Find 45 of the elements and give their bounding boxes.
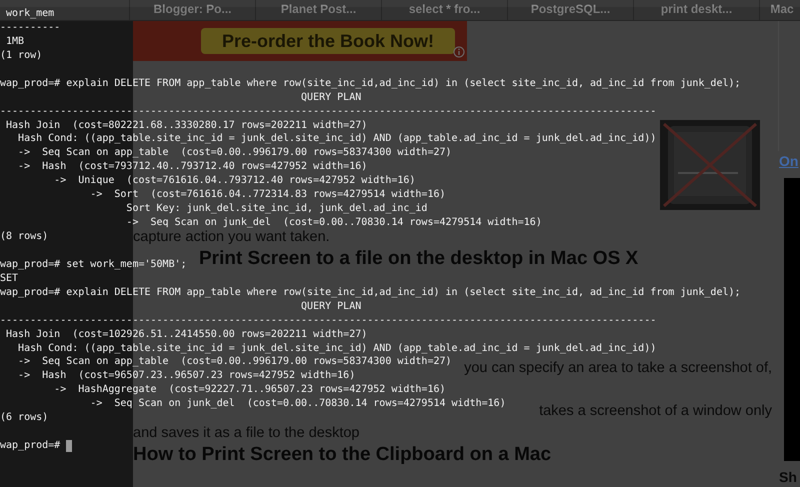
terminal-line: (8 rows) [0,230,48,244]
terminal-line: ------------------------------------------------------------------------------------------------------------- [0,314,656,328]
browser-tab[interactable]: Planet Post... [256,0,382,20]
sidebar-heading: Sh [779,469,797,485]
terminal-line: ------------------------------------------------------------------------------------------------------------- [0,104,656,118]
section-heading: Print Screen to a file on the desktop in Mac OS X [199,247,638,270]
terminal-line: (6 rows) [0,411,48,426]
terminal-line: -> Hash (cost=96507.23..96507.23 rows=427952 width=16) [17,369,356,384]
terminal-prompt: wap_prod=# [0,439,62,453]
browser-tab[interactable]: print deskt... [634,0,760,20]
terminal-line: Hash Join (cost=802221.68..3330280.17 rows=202211 width=27) [5,118,368,132]
terminal-line: -> Seq Scan on app_table (cost=0.00..996179.00 rows=58374300 width=27) [17,146,452,160]
terminal-line: -> Unique (cost=761616.04..793712.40 rows=427952 width=16) [53,174,416,188]
section-heading: How to Print Screen to the Clipboard on a Mac [133,443,552,466]
browser-tab[interactable]: Mac [760,0,800,20]
terminal-line: QUERY PLAN [300,300,362,314]
terminal-line: -> Seq Scan on junk_del (cost=0.00..70830.14 rows=4279514 width=16) [125,216,542,230]
text-cursor [66,440,72,452]
terminal-line: -> HashAggregate (cost=92227.71..96507.23 rows=427952 width=16) [53,383,446,398]
terminal-line: Hash Join (cost=102926.51..2414550.00 rows=202211 width=27) [5,328,368,342]
paragraph-line: takes a screenshot of a window only [539,404,772,418]
terminal-line: wap_prod=# explain DELETE FROM app_table where row(site_inc_id,ad_inc_id) in (select site_inc_id, ad_inc_id from junk_del); [0,76,741,91]
terminal-line: Hash Cond: ((app_table.site_inc_id = junk_del.site_inc_id) AND (app_table.ad_inc_id = junk_del.ad_inc_id)) [17,132,656,146]
terminal-line: -> Seq Scan on junk_del (cost=0.00..70830.14 rows=4279514 width=16) [89,397,506,412]
browser-tab[interactable]: Blogger: Po... [130,0,256,20]
terminal-line: (1 row) [0,48,42,63]
terminal-line: 1MB [5,34,24,49]
terminal-line: wap_prod=# set work_mem='50MB'; [0,258,187,272]
terminal-line: -> Hash (cost=793712.40..793712.40 rows=427952 width=16) [17,160,368,174]
browser-tab[interactable]: PostgreSQL... [508,0,634,20]
browser-tab[interactable]: select * fro... [382,0,508,20]
info-icon[interactable] [453,46,465,58]
terminal-line: -> Sort (cost=761616.04..772314.83 rows=4279514 width=16) [89,188,446,202]
preorder-button[interactable]: Pre-order the Book Now! [201,28,455,54]
terminal-line: Hash Cond: ((app_table.site_inc_id = junk_del.site_inc_id) AND (app_table.ad_inc_id = junk_del.ad_inc_id)) [17,342,656,356]
terminal-line: wap_prod=# explain DELETE FROM app_table where row(site_inc_id,ad_inc_id) in (select site_inc_id, ad_inc_id from junk_del); [0,286,741,300]
terminal-line: ---------- [0,20,60,35]
sidebar-link[interactable]: On [779,153,798,169]
terminal-line: Sort Key: junk_del.site_inc_id, junk_del.ad_inc_id [125,202,428,216]
terminal-line: work_mem [5,7,54,21]
paragraph-line: you can specify an area to take a screenshot of, [464,361,772,376]
paragraph-line: capture action you want taken. [133,230,330,244]
terminal-line: SET [0,272,18,286]
terminal-line: QUERY PLAN [300,90,362,105]
terminal-line: -> Seq Scan on app_table (cost=0.00..996179.00 rows=58374300 width=27) [17,355,452,370]
